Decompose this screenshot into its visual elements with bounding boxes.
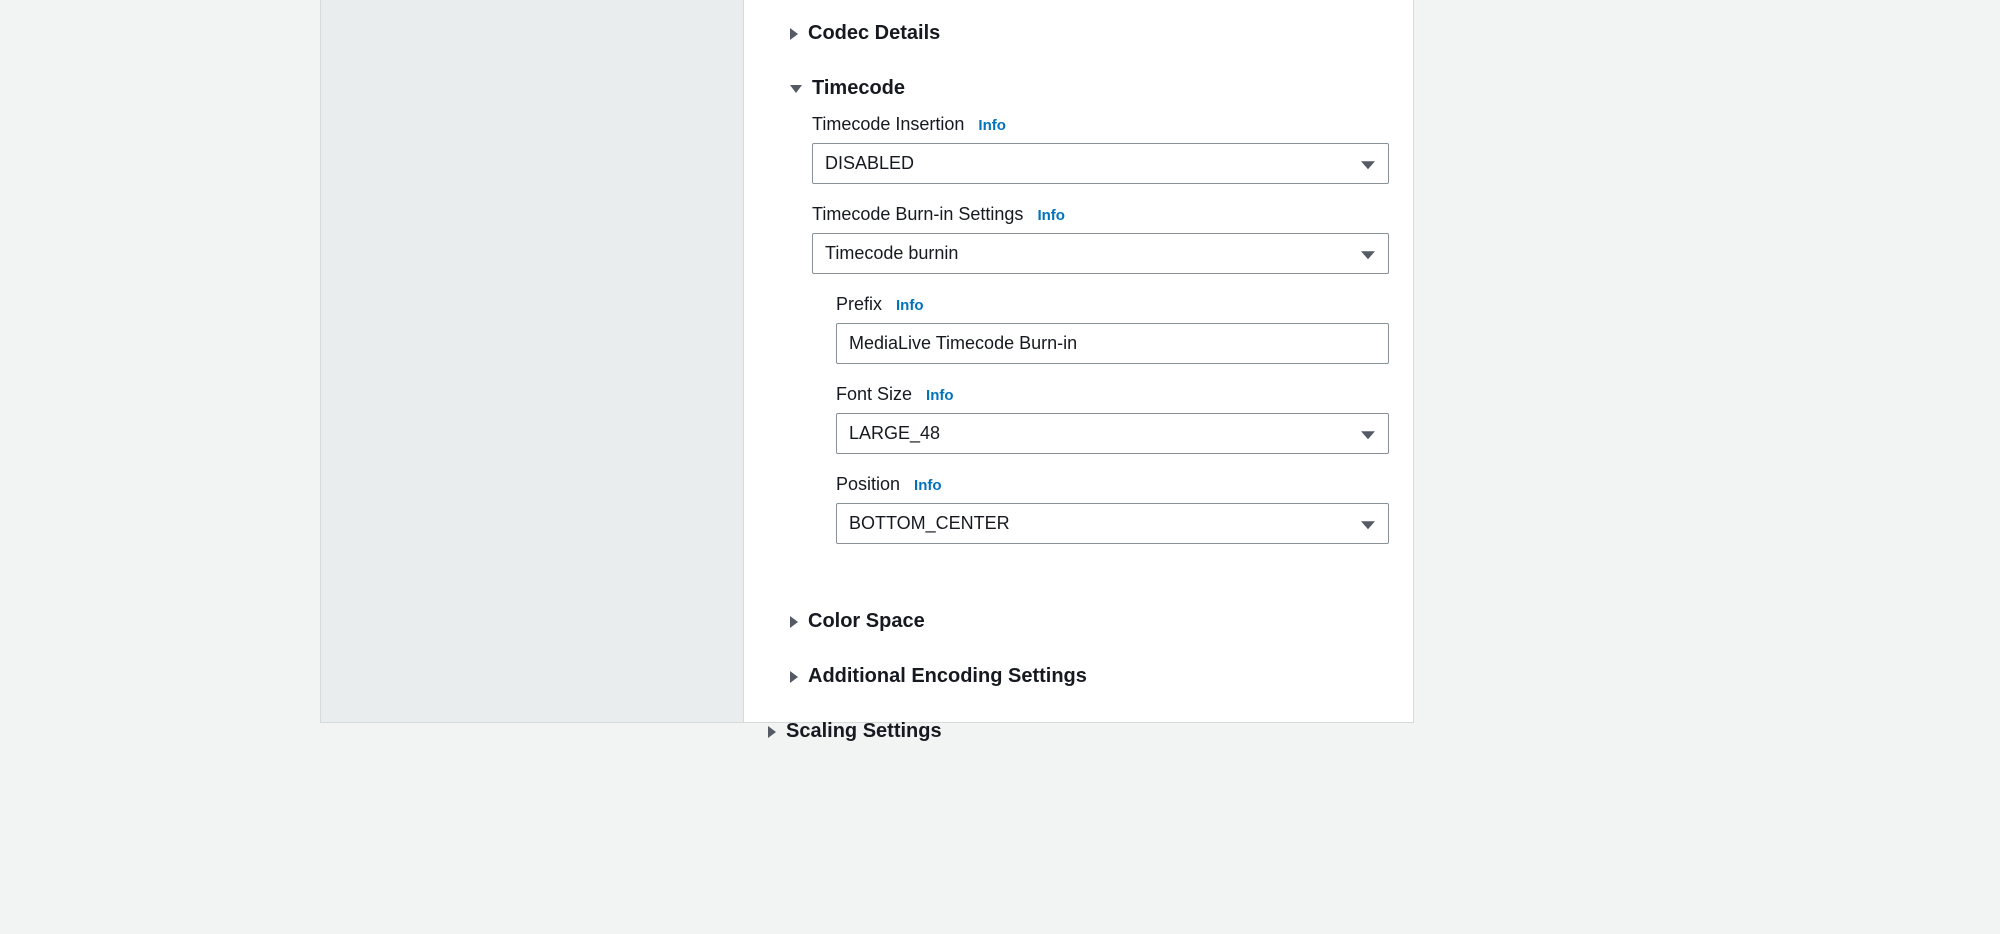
left-margin [0, 0, 320, 934]
section-additional-encoding[interactable]: Additional Encoding Settings [790, 651, 1389, 702]
section-color-space[interactable]: Color Space [790, 596, 1389, 647]
info-link-timecode-burnin[interactable]: Info [1037, 207, 1065, 224]
chevron-right-icon [768, 726, 776, 738]
select-timecode-burnin[interactable]: Timecode burnin [812, 233, 1389, 274]
section-title-timecode: Timecode [812, 77, 905, 100]
info-link-prefix[interactable]: Info [896, 297, 924, 314]
section-title-scaling-settings: Scaling Settings [786, 720, 942, 743]
section-title-color-space: Color Space [808, 610, 925, 633]
main-panel: Codec Details Timecode Timecode Insertio [744, 0, 1414, 722]
section-scaling-settings[interactable]: Scaling Settings [768, 706, 1389, 757]
select-position[interactable]: BOTTOM_CENTER [836, 503, 1389, 544]
chevron-right-icon [790, 28, 798, 40]
label-timecode-burnin: Timecode Burn-in Settings [812, 204, 1023, 225]
section-codec-details[interactable]: Codec Details [790, 8, 1389, 59]
label-timecode-insertion: Timecode Insertion [812, 114, 964, 135]
info-link-timecode-insertion[interactable]: Info [978, 117, 1006, 134]
chevron-right-icon [790, 616, 798, 628]
section-title-additional-encoding: Additional Encoding Settings [808, 665, 1087, 688]
right-margin [1414, 0, 2000, 934]
chevron-right-icon [790, 671, 798, 683]
info-link-position[interactable]: Info [914, 477, 942, 494]
chevron-down-icon [790, 85, 802, 93]
section-title-codec-details: Codec Details [808, 22, 940, 45]
sidebar-panel [320, 0, 744, 722]
label-prefix: Prefix [836, 294, 882, 315]
label-position: Position [836, 474, 900, 495]
info-link-fontsize[interactable]: Info [926, 387, 954, 404]
label-fontsize: Font Size [836, 384, 912, 405]
input-prefix[interactable] [836, 323, 1389, 364]
select-timecode-insertion[interactable]: DISABLED [812, 143, 1389, 184]
section-timecode[interactable]: Timecode [790, 63, 1389, 114]
select-fontsize[interactable]: LARGE_48 [836, 413, 1389, 454]
